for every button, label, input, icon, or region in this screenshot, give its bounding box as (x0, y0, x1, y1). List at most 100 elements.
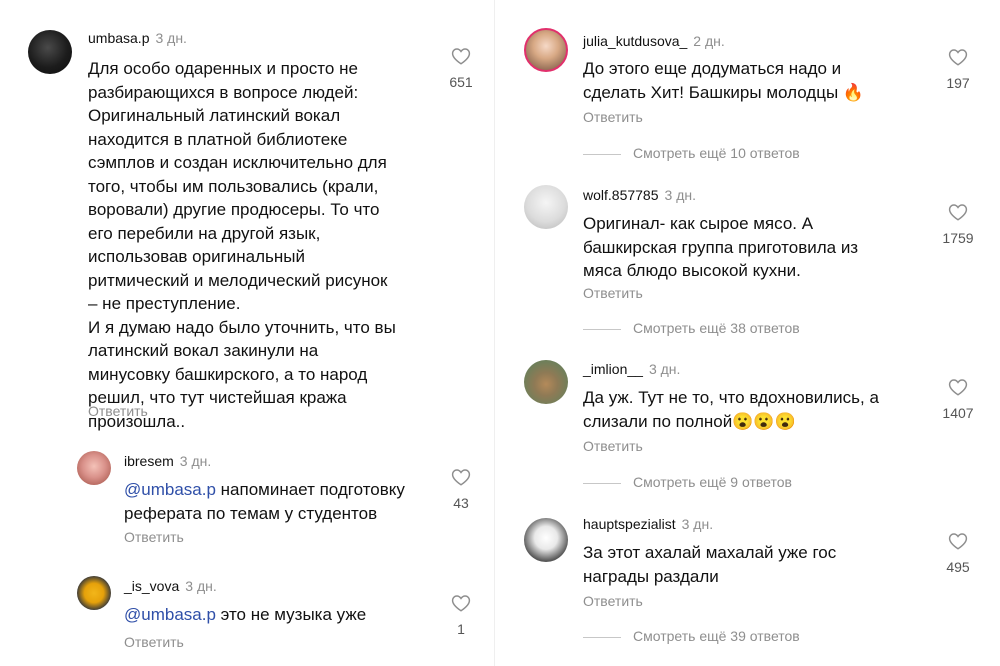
comment-username-line: julia_kutdusova_ 2 дн. (583, 33, 725, 49)
view-more-replies[interactable]: Смотреть ещё 9 ответов (583, 474, 792, 490)
avatar[interactable] (524, 518, 568, 562)
reply-button[interactable]: Ответить (88, 403, 148, 419)
view-more-replies[interactable]: Смотреть ещё 10 ответов (583, 145, 800, 161)
comment-text-line: Для особо одаренных и просто не (88, 59, 358, 78)
right-comments-column: julia_kutdusova_ 2 дн. До этого еще додум… (500, 0, 1000, 666)
avatar[interactable] (28, 30, 72, 74)
comment-hauptspezialist: hauptspezialist 3 дн. За этот ахалай маха… (500, 510, 1000, 666)
comment-text-line: воровали) другие продюсеры. То что (88, 200, 380, 219)
comment-username-line: _imlion__ 3 дн. (583, 361, 680, 377)
reply-button[interactable]: Ответить (583, 438, 643, 454)
timestamp: 2 дн. (693, 33, 725, 49)
reply-button[interactable]: Ответить (583, 285, 643, 301)
reply-button[interactable]: Ответить (124, 634, 184, 650)
left-comments-column: umbasa.p 3 дн. Для особо одаренных и прос… (0, 0, 490, 666)
reply-button[interactable]: Ответить (583, 593, 643, 609)
mention-link[interactable]: @umbasa.p (124, 480, 216, 499)
username[interactable]: ibresem (124, 453, 174, 469)
comment-text-line: слизали по полной😮😮😮 (583, 411, 796, 431)
avatar[interactable] (77, 451, 111, 485)
comment-text-line: латинский вокал закинули на (88, 341, 319, 360)
comment-text-line: До этого еще додуматься надо и (583, 59, 842, 78)
like-count: 1407 (942, 405, 974, 421)
reply-button[interactable]: Ответить (124, 529, 184, 545)
comment-text-rest: это не музыка уже (215, 605, 367, 624)
like-button[interactable]: 1 (441, 594, 481, 637)
heart-outline-icon (948, 533, 968, 550)
avatar[interactable] (524, 28, 568, 72)
heart-outline-icon (948, 49, 968, 66)
username[interactable]: wolf.857785 (583, 187, 659, 203)
like-button[interactable]: 1759 (938, 203, 978, 246)
comment-text-line: Да уж. Тут не то, что вдохновились, а (583, 388, 879, 407)
comment-text-line: минусовку башкирского, а то народ (88, 364, 368, 384)
comment-text-line: реферата по темам у студентов (124, 503, 378, 523)
username[interactable]: _is_vova (124, 578, 179, 594)
comment-text-rest: напоминает подготовку (215, 480, 405, 499)
reply-is-vova: _is_vova 3 дн. @umbasa.p это не музыка уж… (0, 570, 490, 666)
column-divider (494, 0, 495, 666)
comment-text-line: того, чтобы им пользовались (крали, (88, 176, 379, 196)
like-button[interactable]: 1407 (938, 378, 978, 421)
comment-username-line: ibresem 3 дн. (124, 453, 211, 469)
view-more-label: Смотреть ещё 38 ответов (633, 320, 800, 336)
comment-text-line: использовав оригинальный (88, 247, 305, 266)
like-count: 1 (457, 621, 465, 637)
comment-julia: julia_kutdusova_ 2 дн. До этого еще додум… (500, 0, 1000, 170)
username[interactable]: umbasa.p (88, 30, 149, 46)
heart-outline-icon (451, 595, 471, 612)
comment-username-line: umbasa.p 3 дн. (88, 30, 187, 46)
username[interactable]: _imlion__ (583, 361, 643, 377)
comment-text-line: сэмплов и создан исключительно для (88, 153, 387, 172)
comment-imlion: _imlion__ 3 дн. Да уж. Тут не то, что вдо… (500, 350, 1000, 500)
view-more-replies[interactable]: Смотреть ещё 39 ответов (583, 628, 800, 644)
comment-text: Оригинал- как сырое мясо. А башкирская г… (583, 212, 923, 283)
like-count: 651 (449, 74, 473, 90)
more-divider (583, 636, 621, 638)
view-more-replies[interactable]: Смотреть ещё 38 ответов (583, 320, 800, 336)
comment-text-line: разбирающихся в вопросе людей: (88, 82, 359, 102)
mention-link[interactable]: @umbasa.p (124, 605, 216, 624)
username[interactable]: hauptspezialist (583, 516, 676, 532)
comment-text-line: находится в платной библиотеке (88, 129, 348, 149)
like-count: 197 (946, 75, 970, 91)
avatar[interactable] (77, 576, 111, 610)
comment-text-line: За этот ахалай махалай уже гос (583, 543, 837, 562)
comment-text-line: Оригинальный латинский вокал (88, 106, 341, 125)
like-count: 43 (453, 495, 469, 511)
comment-text-line: ритмический и мелодический рисунок (88, 270, 388, 290)
comment-text-line: мяса блюдо высокой кухни. (583, 261, 801, 280)
comment-text: Для особо одаренных и просто не разбирающ… (88, 57, 448, 433)
heart-outline-icon (948, 204, 968, 221)
avatar[interactable] (524, 185, 568, 229)
like-count: 1759 (942, 230, 974, 246)
comment-text: @umbasa.p это не музыка уже (124, 603, 444, 627)
like-button[interactable]: 43 (441, 468, 481, 511)
more-divider (583, 482, 621, 484)
heart-outline-icon (948, 379, 968, 396)
comment-text-line: И я думаю надо было уточнить, что вы (88, 317, 396, 337)
comment-text: @umbasa.p напоминает подготовку реферата… (124, 478, 444, 525)
avatar[interactable] (524, 360, 568, 404)
comment-text-line: награды раздали (583, 566, 719, 586)
like-button[interactable]: 495 (938, 532, 978, 575)
heart-outline-icon (451, 469, 471, 486)
timestamp: 3 дн. (155, 30, 187, 46)
view-more-label: Смотреть ещё 10 ответов (633, 145, 800, 161)
comment-username-line: wolf.857785 3 дн. (583, 187, 696, 203)
comment-text: Да уж. Тут не то, что вдохновились, а сл… (583, 386, 943, 433)
more-divider (583, 153, 621, 155)
comment-wolf: wolf.857785 3 дн. Оригинал- как сырое мяс… (500, 175, 1000, 345)
comment-text-line: Оригинал- как сырое мясо. А (583, 214, 814, 233)
username[interactable]: julia_kutdusova_ (583, 33, 687, 49)
reply-ibresem: ibresem 3 дн. @umbasa.p напоминает подгот… (0, 445, 490, 555)
comment-username-line: _is_vova 3 дн. (124, 578, 217, 594)
comment-text-line: сделать Хит! Башкиры молодцы 🔥 (583, 82, 865, 102)
comment-username-line: hauptspezialist 3 дн. (583, 516, 713, 532)
like-button[interactable]: 197 (938, 48, 978, 91)
like-button[interactable]: 651 (441, 47, 481, 90)
comment-text-line: – не преступление. (88, 294, 241, 313)
comment-text-line: башкирская группа приготовила из (583, 237, 859, 257)
timestamp: 3 дн. (681, 516, 714, 532)
reply-button[interactable]: Ответить (583, 109, 643, 125)
